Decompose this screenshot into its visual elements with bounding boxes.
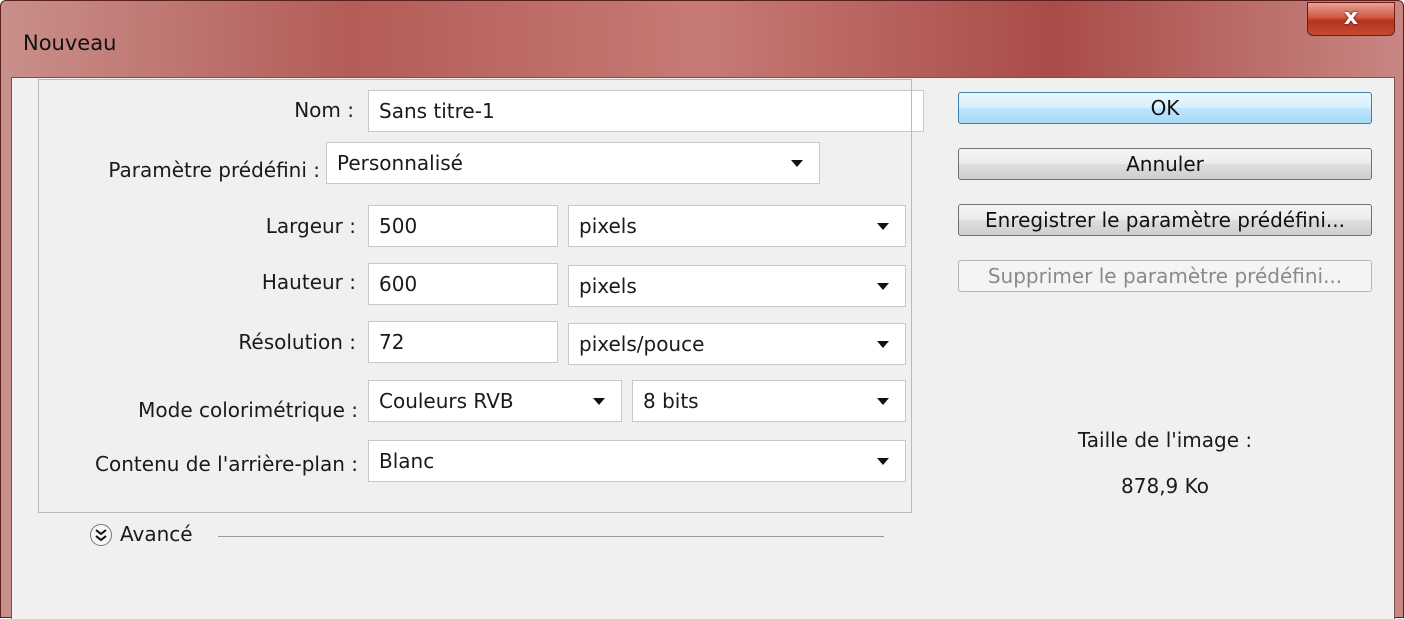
- color-mode-label: Mode colorimétrique :: [138, 398, 358, 422]
- dropdown-arrow-icon: [877, 458, 889, 465]
- close-icon: x: [1343, 5, 1359, 30]
- title-bar[interactable]: Nouveau x: [1, 1, 1403, 77]
- advanced-divider: [218, 536, 884, 537]
- dropdown-arrow-icon: [877, 341, 889, 348]
- width-unit-value: pixels: [579, 214, 637, 238]
- color-mode-value: Couleurs RVB: [379, 389, 514, 413]
- dropdown-arrow-icon: [593, 398, 605, 405]
- width-label: Largeur :: [265, 214, 356, 238]
- resolution-unit-select[interactable]: pixels/pouce: [568, 323, 906, 365]
- image-size-label: Taille de l'image :: [1077, 428, 1253, 452]
- height-label: Hauteur :: [261, 270, 356, 294]
- width-unit-select[interactable]: pixels: [568, 205, 906, 247]
- bit-depth-value: 8 bits: [643, 389, 699, 413]
- width-input[interactable]: 500: [368, 205, 558, 247]
- height-unit-select[interactable]: pixels: [568, 265, 906, 307]
- cancel-button[interactable]: Annuler: [958, 148, 1372, 180]
- preset-label: Paramètre prédéfini :: [108, 158, 320, 182]
- color-mode-select[interactable]: Couleurs RVB: [368, 380, 622, 422]
- advanced-label: Avancé: [120, 522, 193, 546]
- save-preset-button[interactable]: Enregistrer le paramètre prédéfini...: [958, 204, 1372, 236]
- image-size-value: 878,9 Ko: [1121, 474, 1209, 498]
- window-title: Nouveau: [23, 31, 117, 55]
- height-input[interactable]: 600: [368, 263, 558, 305]
- chevron-double-down-icon[interactable]: [90, 524, 112, 546]
- dropdown-arrow-icon: [877, 223, 889, 230]
- resolution-unit-value: pixels/pouce: [579, 332, 705, 356]
- height-unit-value: pixels: [579, 274, 637, 298]
- dropdown-arrow-icon: [877, 283, 889, 290]
- ok-button[interactable]: OK: [958, 92, 1372, 124]
- background-select[interactable]: Blanc: [368, 440, 906, 482]
- preset-value: Personnalisé: [337, 151, 463, 175]
- bit-depth-select[interactable]: 8 bits: [632, 380, 906, 422]
- background-label: Contenu de l'arrière-plan :: [95, 452, 358, 476]
- dropdown-arrow-icon: [877, 398, 889, 405]
- preset-select[interactable]: Personnalisé: [326, 142, 820, 184]
- delete-preset-button: Supprimer le paramètre prédéfini...: [958, 260, 1372, 292]
- dropdown-arrow-icon: [791, 160, 803, 167]
- close-button[interactable]: x: [1307, 2, 1395, 36]
- background-value: Blanc: [379, 449, 435, 473]
- resolution-label: Résolution :: [238, 330, 356, 354]
- resolution-input[interactable]: 72: [368, 321, 558, 363]
